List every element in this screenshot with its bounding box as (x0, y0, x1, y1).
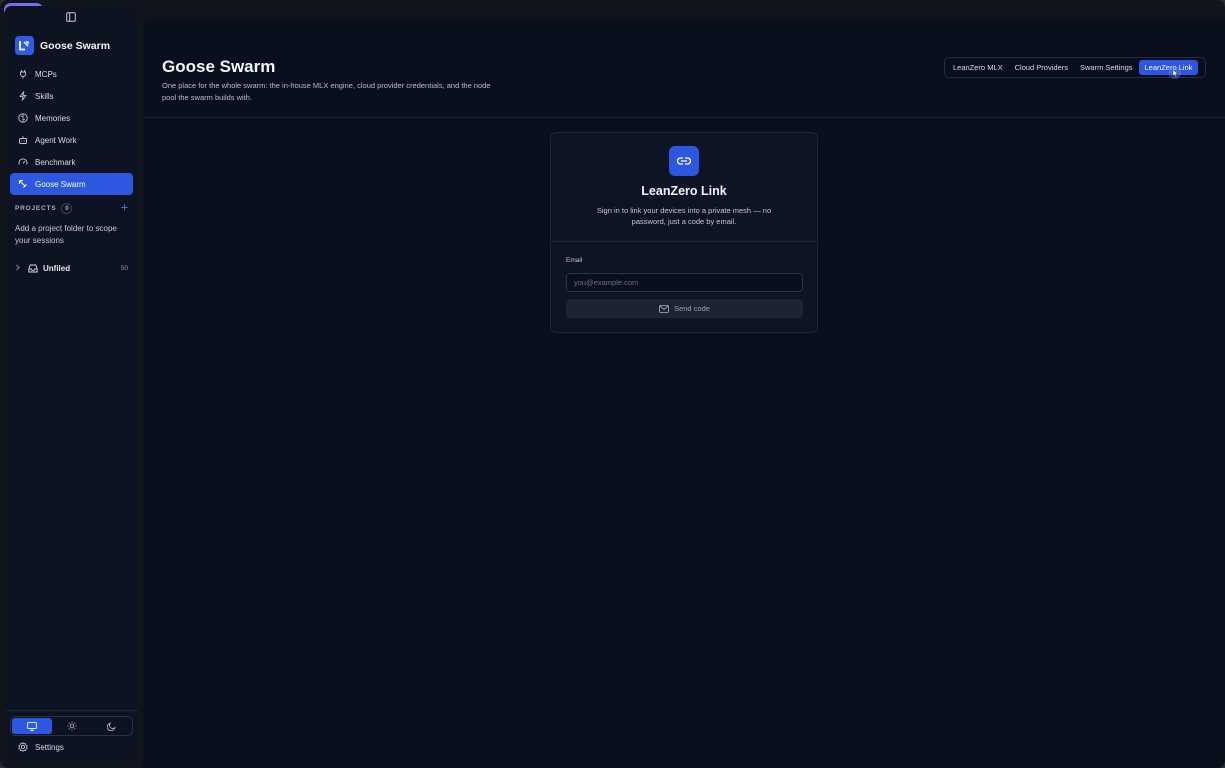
settings-button[interactable]: Settings (18, 742, 64, 752)
sidebar: Goose Swarm MCPs Skills Memories Agent W… (5, 6, 138, 763)
sidebar-item-label: Agent Work (35, 135, 77, 145)
plus-icon (121, 204, 128, 211)
send-code-button[interactable]: Send code (566, 299, 803, 318)
tab-leanzero-mlx[interactable]: LeanZero MLX (947, 60, 1009, 75)
projects-hint: Add a project folder to scope your sessi… (15, 224, 117, 245)
theme-light-button[interactable] (52, 718, 92, 734)
card-divider (551, 241, 817, 242)
section-tabs: LeanZero MLX Cloud Providers Swarm Setti… (944, 57, 1206, 78)
card-description: Sign in to link your devices into a priv… (596, 206, 772, 226)
sidebar-item-label: Skills (35, 91, 54, 101)
panel-left-icon (66, 12, 76, 22)
mail-icon (659, 304, 669, 313)
plug-icon (20, 70, 26, 79)
settings-label: Settings (35, 742, 64, 752)
sidebar-item-label: MCPs (35, 69, 57, 79)
add-project-button[interactable] (121, 203, 128, 214)
robot-icon (19, 136, 27, 144)
card-title: LeanZero Link (641, 184, 727, 198)
sidebar-item-label: Goose Swarm (35, 179, 86, 189)
app-window: Goose Swarm MCPs Skills Memories Agent W… (0, 0, 1225, 768)
goose-logo-icon (15, 36, 34, 55)
mouse-cursor-icon (1169, 66, 1181, 79)
chevron-right-icon[interactable] (15, 263, 25, 273)
sun-icon (67, 721, 76, 731)
sidebar-item-label: Benchmark (35, 157, 76, 167)
unfiled-group[interactable]: Unfiled 50 (15, 261, 128, 275)
sidebar-item-goose-swarm[interactable]: Goose Swarm (10, 173, 133, 195)
moon-icon (106, 722, 116, 731)
link-icon (669, 146, 699, 176)
bolt-icon (19, 91, 27, 101)
unfiled-count: 50 (120, 264, 128, 272)
monitor-icon (26, 721, 37, 731)
projects-label: PROJECTS (15, 205, 57, 212)
sidebar-divider (5, 710, 138, 711)
brand[interactable]: Goose Swarm (15, 36, 110, 55)
gear-icon (18, 742, 28, 752)
leanzero-link-card: LeanZero Link Sign in to link your devic… (550, 132, 818, 333)
projects-count-badge: 0 (61, 203, 73, 214)
theme-dark-button[interactable] (91, 718, 131, 734)
gauge-icon (18, 158, 28, 165)
unfiled-label: Unfiled (43, 263, 71, 273)
header-divider (143, 117, 1225, 118)
page-description: One place for the whole swarm: the in-ho… (162, 81, 491, 102)
sidebar-nav: MCPs Skills Memories Agent Work Benchmar… (10, 63, 133, 195)
inbox-icon (28, 264, 38, 273)
sidebar-item-mcps[interactable]: MCPs (10, 63, 133, 85)
theme-system-button[interactable] (12, 718, 52, 734)
sidebar-item-agent-work[interactable]: Agent Work (10, 129, 133, 151)
theme-switcher (10, 716, 133, 736)
tab-cloud-providers[interactable]: Cloud Providers (1009, 60, 1074, 75)
sidebar-toggle-button[interactable] (64, 10, 78, 24)
main-content: Goose Swarm One place for the whole swar… (143, 19, 1225, 768)
sidebar-item-benchmark[interactable]: Benchmark (10, 151, 133, 173)
send-code-label: Send code (674, 304, 710, 313)
swarm-icon (18, 179, 27, 188)
sidebar-item-label: Memories (35, 113, 71, 123)
brain-icon (18, 113, 28, 123)
sidebar-item-skills[interactable]: Skills (10, 85, 133, 107)
projects-header: PROJECTS 0 (15, 203, 128, 214)
page-title: Goose Swarm (162, 57, 276, 76)
brand-name: Goose Swarm (40, 39, 111, 52)
sidebar-item-memories[interactable]: Memories (10, 107, 133, 129)
email-field[interactable] (566, 273, 803, 292)
tab-swarm-settings[interactable]: Swarm Settings (1074, 60, 1139, 75)
email-label: Email (566, 257, 583, 264)
